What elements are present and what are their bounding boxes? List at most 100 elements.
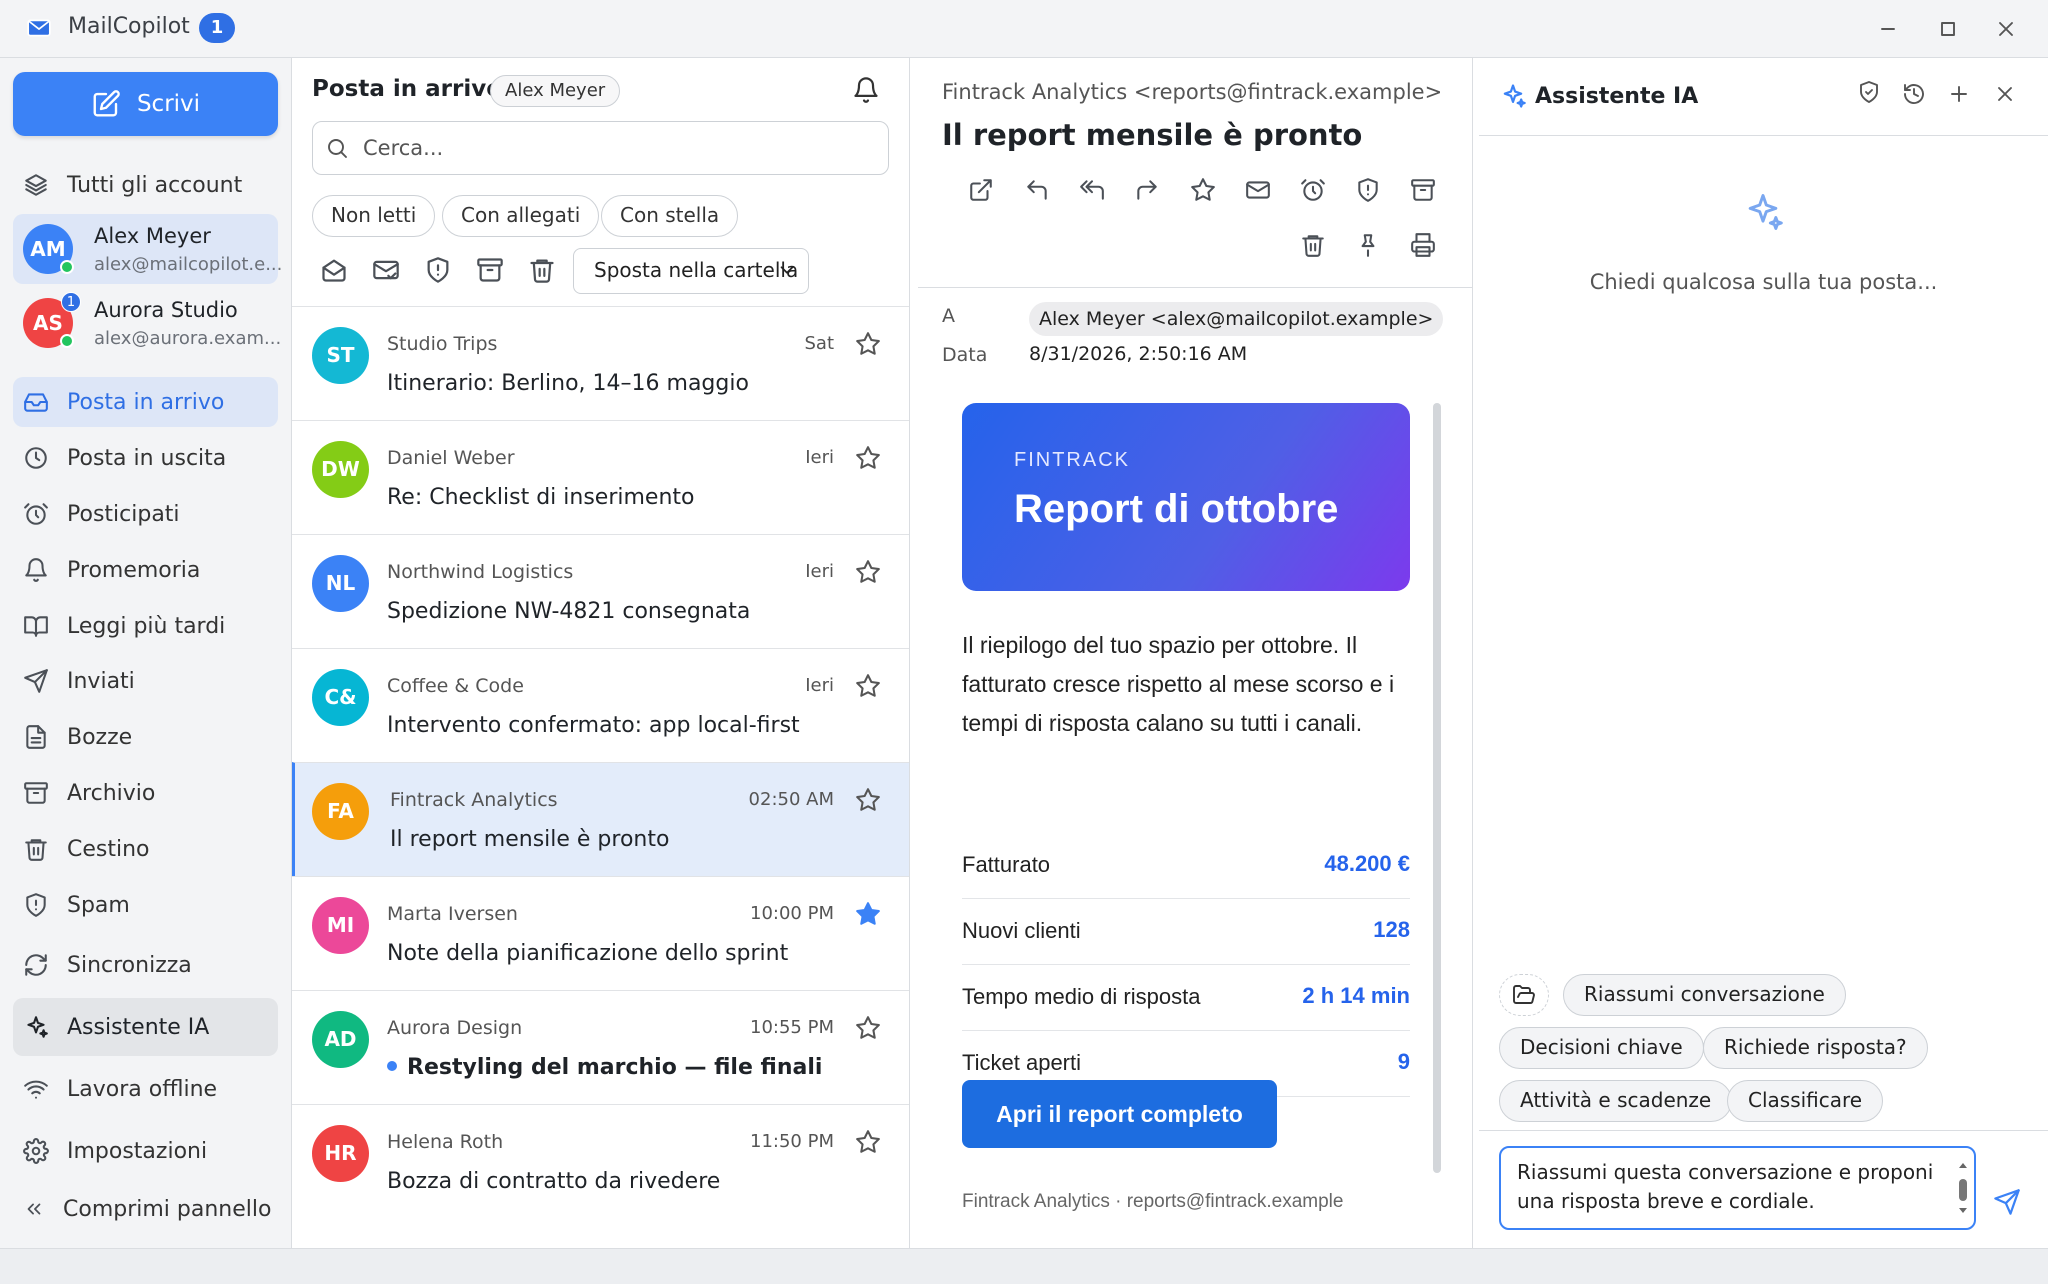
account-alex-meyer[interactable]: AM Alex Meyer alex@mailcopilot.e... <box>13 214 282 284</box>
account-chip[interactable]: Alex Meyer <box>490 75 621 107</box>
offline-toggle[interactable]: Lavora offline <box>13 1064 278 1114</box>
search-icon <box>328 139 347 158</box>
new-chat-plus-icon[interactable] <box>1947 82 1977 112</box>
star-icon[interactable] <box>855 901 881 927</box>
star-icon[interactable] <box>855 559 881 585</box>
compose-button[interactable]: Scrivi <box>13 72 278 136</box>
email-banner: FINTRACK Report di ottobre <box>962 403 1410 591</box>
sync-button[interactable]: Sincronizza <box>13 940 278 990</box>
sidebar-item-ai-assistant[interactable]: Assistente IA <box>13 998 278 1056</box>
maximize-icon[interactable] <box>1930 12 1966 46</box>
message-subject: Bozza di contratto da rivedere <box>387 1169 720 1194</box>
message-time: Ieri <box>805 447 834 468</box>
sidebar-item-archive[interactable]: Archivio <box>13 768 278 818</box>
filter-starred[interactable]: Con stella <box>601 195 739 237</box>
star-icon[interactable] <box>855 787 881 813</box>
settings-button[interactable]: Impostazioni <box>13 1126 278 1176</box>
message-row[interactable]: HR Helena Roth Bozza di contratto da rived… <box>292 1104 909 1218</box>
mark-read-icon[interactable] <box>320 256 350 286</box>
mark-unread-icon[interactable] <box>372 256 402 286</box>
message-subject-text: Intervento confermato: app local-first <box>387 713 800 738</box>
archive-icon[interactable] <box>476 256 506 286</box>
send-icon[interactable] <box>1993 1188 2021 1216</box>
ai-prompt-input[interactable]: Riassumi questa conversazione e proponi … <box>1499 1146 1976 1230</box>
chevrons-left-icon <box>27 1203 41 1215</box>
reader-scrollbar[interactable] <box>1433 403 1441 1173</box>
message-subject-text: Itinerario: Berlino, 14–16 maggio <box>387 371 749 396</box>
kpi-value: 9 <box>1397 1049 1410 1074</box>
sidebar-item-snoozed[interactable]: Posticipati <box>13 489 278 539</box>
message-subject: Intervento confermato: app local-first <box>387 713 800 738</box>
message-sender: Studio Trips <box>387 333 498 355</box>
trash-icon[interactable] <box>528 256 558 286</box>
open-report-button[interactable]: Apri il report completo <box>962 1080 1277 1148</box>
message-subject-text: Note della pianificazione dello sprint <box>387 941 789 966</box>
all-accounts-label: Tutti gli account <box>67 172 243 198</box>
archive-icon <box>24 782 48 804</box>
search-box[interactable] <box>312 121 889 175</box>
sidebar-item-drafts[interactable]: Bozze <box>13 712 278 762</box>
sidebar-item-trash[interactable]: Cestino <box>13 824 278 874</box>
sidebar-item-spam[interactable]: Spam <box>13 880 278 930</box>
shield-check-icon[interactable] <box>1857 80 1887 110</box>
sidebar-item-read-later[interactable]: Leggi più tardi <box>13 601 278 651</box>
sidebar-item-reminders[interactable]: Promemoria <box>13 545 278 595</box>
star-icon[interactable] <box>855 445 881 471</box>
chip-summarize[interactable]: Riassumi conversazione <box>1563 974 1846 1016</box>
kpi-value: 2 h 14 min <box>1302 983 1410 1008</box>
close-panel-icon[interactable] <box>1993 82 2023 112</box>
folder-context-button[interactable] <box>1499 974 1549 1016</box>
history-icon[interactable] <box>1902 82 1932 112</box>
all-accounts-item[interactable]: Tutti gli account <box>13 160 278 210</box>
sidebar-item-outbox[interactable]: Posta in uscita <box>13 433 278 483</box>
star-icon[interactable] <box>855 331 881 357</box>
trash-icon <box>25 839 47 861</box>
chip-key-decisions[interactable]: Decisioni chiave <box>1499 1027 1704 1069</box>
message-row[interactable]: MI Marta Iversen Note della pianificazione… <box>292 876 909 990</box>
kpi-value: 128 <box>1373 917 1410 942</box>
message-subject-text: Il report mensile è pronto <box>390 827 670 852</box>
message-row[interactable]: AD Aurora Design Restyling del marchio — f… <box>292 990 909 1104</box>
spam-shield-icon[interactable] <box>424 256 454 286</box>
status-bar <box>0 1248 2048 1284</box>
chip-tasks-deadlines[interactable]: Attività e scadenze <box>1499 1080 1733 1122</box>
message-row[interactable]: FA Fintrack Analytics Il report mensile è … <box>292 762 909 876</box>
minimize-icon[interactable] <box>1870 12 1906 46</box>
sidebar-item-label: Archivio <box>67 780 156 806</box>
sidebar-item-sent[interactable]: Inviati <box>13 656 278 706</box>
clock-icon <box>25 447 47 469</box>
message-row[interactable]: C& Coffee & Code Intervento confermato: ap… <box>292 648 909 762</box>
collapse-panel-button[interactable]: Comprimi pannello <box>13 1184 278 1234</box>
message-sender: Aurora Design <box>387 1017 523 1039</box>
star-icon[interactable] <box>855 673 881 699</box>
notifications-bell-icon[interactable] <box>852 76 880 104</box>
star-icon[interactable] <box>855 1015 881 1041</box>
avatar: DW <box>312 441 369 498</box>
star-icon[interactable] <box>855 1129 881 1155</box>
sidebar-item-inbox[interactable]: Posta in arrivo <box>13 377 278 427</box>
close-icon[interactable] <box>1988 12 2024 46</box>
alarm-icon <box>24 503 48 525</box>
chevron-down-icon <box>780 266 794 274</box>
filter-attachments[interactable]: Con allegati <box>442 195 600 237</box>
avatar: MI <box>312 897 369 954</box>
sidebar-item-label: Cestino <box>67 836 150 862</box>
chip-classify[interactable]: Classificare <box>1727 1080 1884 1122</box>
chip-needs-reply[interactable]: Richiede risposta? <box>1703 1027 1928 1069</box>
filter-unread[interactable]: Non letti <box>312 195 436 237</box>
input-scrollbar[interactable] <box>1957 1161 1969 1215</box>
message-row[interactable]: NL Northwind Logistics Spedizione NW-4821 … <box>292 534 909 648</box>
account-aurora-studio[interactable]: AS 1 Aurora Studio alex@aurora.exam... <box>13 288 281 358</box>
search-input[interactable] <box>363 122 878 173</box>
banner-brand: FINTRACK <box>1014 449 1130 471</box>
online-indicator <box>60 260 74 274</box>
account-email: alex@mailcopilot.e... <box>94 254 283 275</box>
message-row[interactable]: ST Studio Trips Itinerario: Berlino, 14–16… <box>292 306 909 420</box>
move-to-folder-select[interactable]: Sposta nella cartella <box>573 248 809 294</box>
bell-icon <box>25 558 47 582</box>
online-indicator <box>60 334 74 348</box>
book-icon <box>24 616 48 637</box>
sidebar-item-label: Posticipati <box>67 501 180 527</box>
ai-assistant-panel: Assistente IA Chiedi qualcosa sulla tua … <box>1479 58 2048 1248</box>
message-row[interactable]: DW Daniel Weber Re: Checklist di inserimen… <box>292 420 909 534</box>
